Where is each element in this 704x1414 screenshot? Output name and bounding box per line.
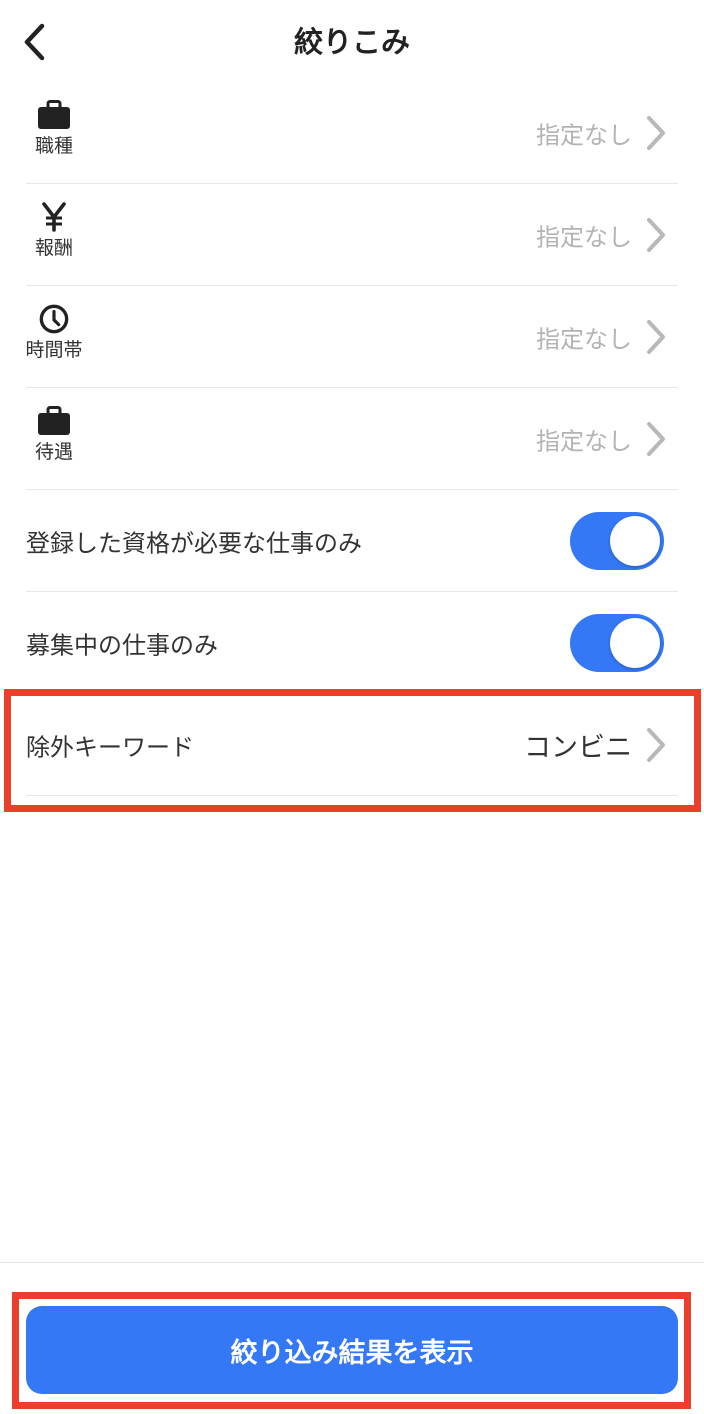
filter-row-time-slot[interactable]: 時間帯 指定なし (25, 286, 678, 388)
qualified-jobs-toggle[interactable] (570, 511, 664, 570)
exclude-keyword-label: 除外キーワード (26, 733, 194, 761)
filter-icon-cell: 時間帯 (20, 304, 88, 362)
toggle-knob (610, 515, 660, 566)
filter-label: 時間帯 (25, 339, 83, 361)
recruiting-jobs-toggle[interactable] (570, 613, 664, 672)
footer-divider (0, 1262, 704, 1263)
filter-value: 指定なし (536, 325, 632, 353)
filter-label: 報酬 (34, 237, 73, 259)
toggle-label: 募集中の仕事のみ (26, 631, 218, 659)
chevron-right-icon (647, 727, 665, 762)
header: 絞りこみ (0, 0, 704, 86)
chevron-right-icon (647, 421, 665, 456)
filter-value: 指定なし (536, 427, 632, 455)
exclude-keyword-value: コンビニ (524, 732, 632, 763)
chevron-right-icon (647, 319, 665, 354)
filter-value: 指定なし (536, 121, 632, 149)
filter-label: 待遇 (34, 441, 73, 463)
toggle-row-qualified-jobs: 登録した資格が必要な仕事のみ (26, 490, 678, 592)
toggle-knob (610, 617, 660, 668)
filter-list: 職種 指定なし 報酬 指定なし 時間帯 指定なし 待遇 指定なし 登録した資格が… (0, 82, 704, 796)
briefcase-icon (38, 406, 70, 435)
chevron-right-icon (647, 217, 665, 252)
filter-row-reward[interactable]: 報酬 指定なし (26, 184, 678, 286)
show-results-button[interactable]: 絞り込み結果を表示 (26, 1306, 678, 1394)
filter-label: 職種 (34, 135, 73, 157)
filter-icon-cell: 職種 (20, 100, 88, 158)
filter-row-benefits[interactable]: 待遇 指定なし (26, 388, 678, 490)
filter-value: 指定なし (536, 223, 632, 251)
yen-icon (42, 202, 66, 232)
exclude-keyword-row[interactable]: 除外キーワード コンビニ (26, 694, 678, 796)
filter-icon-cell: 待遇 (20, 406, 88, 464)
toggle-row-recruiting-jobs: 募集中の仕事のみ (26, 592, 678, 694)
briefcase-icon (38, 100, 70, 129)
clock-icon (39, 304, 69, 334)
filter-screen: 絞りこみ 職種 指定なし 報酬 指定なし 時間帯 指定なし 待遇 指定なし 登録… (0, 0, 704, 1414)
filter-icon-cell: 報酬 (20, 202, 88, 260)
filter-row-job-type[interactable]: 職種 指定なし (26, 82, 678, 184)
toggle-label: 登録した資格が必要な仕事のみ (26, 529, 362, 557)
page-title: 絞りこみ (293, 25, 410, 59)
chevron-right-icon (647, 115, 665, 150)
